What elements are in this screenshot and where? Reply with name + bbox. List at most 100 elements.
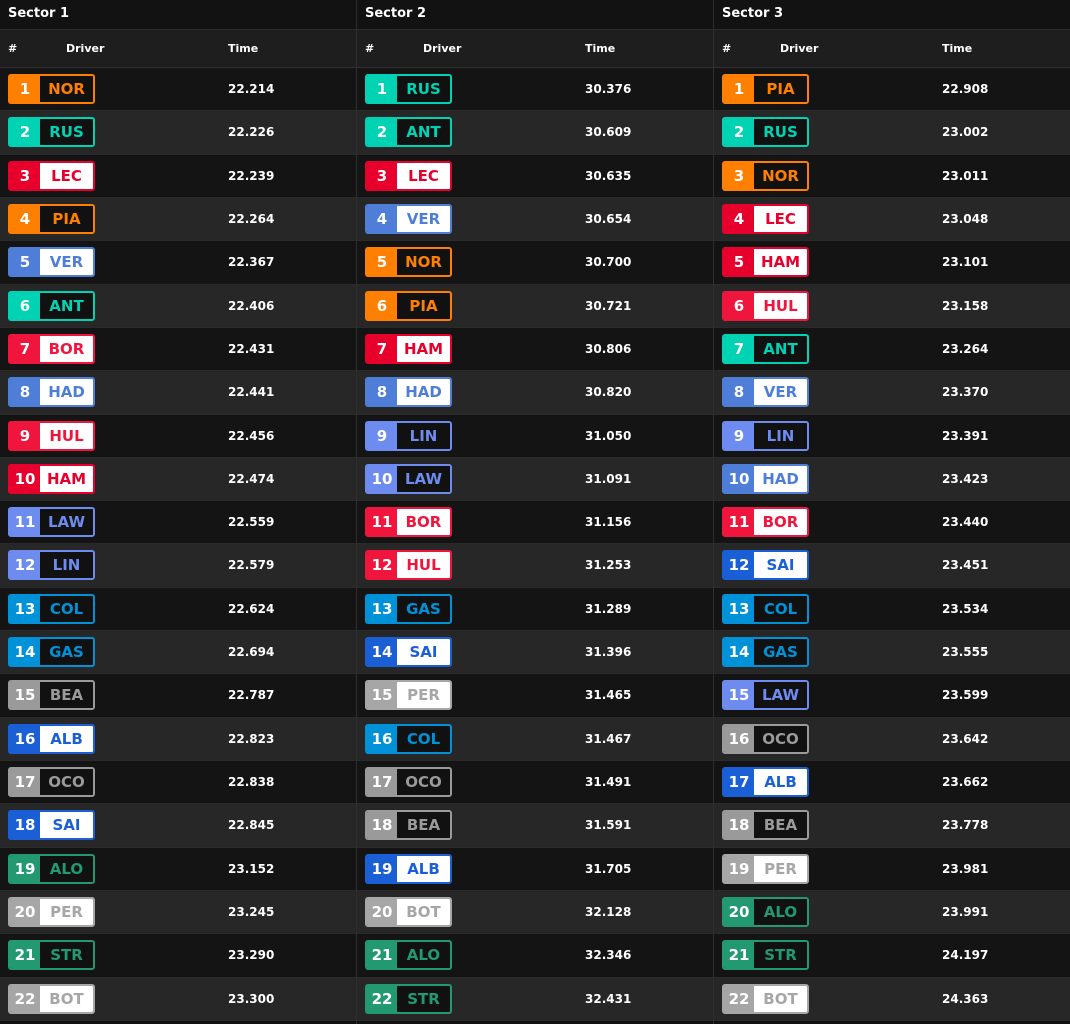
- position-number: 14: [724, 639, 754, 666]
- table-row[interactable]: 5 NOR 30.700: [357, 241, 713, 285]
- table-row[interactable]: 17 OCO 22.838: [0, 761, 356, 805]
- position-number: 13: [367, 595, 397, 622]
- table-row[interactable]: 1 PIA 22.908: [714, 68, 1070, 112]
- table-row[interactable]: 6 ANT 22.406: [0, 284, 356, 328]
- table-row[interactable]: 7 HAM 30.806: [357, 327, 713, 372]
- table-row[interactable]: 7 ANT 23.264: [714, 327, 1070, 372]
- table-row[interactable]: 2 ANT 30.609: [357, 111, 713, 155]
- table-row[interactable]: 19 ALO 23.152: [0, 847, 356, 891]
- table-row[interactable]: 12 LIN 22.579: [0, 544, 356, 588]
- table-row[interactable]: 1 RUS 30.376: [357, 68, 713, 112]
- table-row[interactable]: 12 SAI 23.451: [714, 544, 1070, 588]
- table-row[interactable]: 16 OCO 23.642: [714, 717, 1070, 761]
- table-row[interactable]: 3 LEC 22.239: [0, 154, 356, 198]
- table-row[interactable]: 17 ALB 23.662: [714, 761, 1070, 805]
- table-row[interactable]: 4 VER 30.654: [357, 197, 713, 242]
- lap-time: 31.253: [585, 558, 632, 573]
- position-number: 20: [724, 898, 754, 925]
- table-row[interactable]: 11 BOR 23.440: [714, 501, 1070, 545]
- table-row[interactable]: 19 PER 23.981: [714, 847, 1070, 891]
- table-row[interactable]: 20 ALO 23.991: [714, 890, 1070, 935]
- table-row[interactable]: 5 HAM 23.101: [714, 241, 1070, 285]
- table-row[interactable]: 11 LAW 22.559: [0, 501, 356, 545]
- table-row[interactable]: 9 LIN 31.050: [357, 414, 713, 458]
- lap-time: 23.440: [942, 515, 989, 530]
- sector-rows: 1 RUS 30.376 2 ANT 30.609 3 LEC 30.635 4 VER 30.654…: [357, 68, 713, 1021]
- table-row[interactable]: 21 STR 24.197: [714, 934, 1070, 978]
- driver-code: ANT: [754, 335, 807, 362]
- driver-badge: 2 RUS: [8, 117, 95, 148]
- table-row[interactable]: 18 BEA 31.591: [357, 804, 713, 848]
- driver-code: LEC: [754, 205, 807, 232]
- table-row[interactable]: 7 BOR 22.431: [0, 327, 356, 372]
- position-number: 22: [10, 985, 40, 1012]
- lap-time: 22.624: [228, 601, 275, 616]
- position-number: 20: [367, 898, 397, 925]
- lap-time: 22.559: [228, 515, 275, 530]
- position-number: 11: [367, 509, 397, 536]
- table-row[interactable]: 6 HUL 23.158: [714, 284, 1070, 328]
- table-row[interactable]: 10 HAD 23.423: [714, 457, 1070, 502]
- position-number: 10: [10, 465, 40, 492]
- table-row[interactable]: 14 GAS 22.694: [0, 631, 356, 675]
- position-number: 16: [10, 725, 40, 752]
- driver-badge: 11 BOR: [365, 507, 452, 538]
- table-row[interactable]: 20 BOT 32.128: [357, 890, 713, 935]
- table-row[interactable]: 11 BOR 31.156: [357, 501, 713, 545]
- table-row[interactable]: 1 NOR 22.214: [0, 68, 356, 112]
- column-header: # Driver Time: [714, 30, 1070, 68]
- table-row[interactable]: 15 LAW 23.599: [714, 674, 1070, 718]
- table-row[interactable]: 13 COL 22.624: [0, 587, 356, 632]
- position-number: 11: [10, 509, 40, 536]
- table-row[interactable]: 19 ALB 31.705: [357, 847, 713, 891]
- table-row[interactable]: 18 SAI 22.845: [0, 804, 356, 848]
- driver-code: HAM: [40, 465, 93, 492]
- table-row[interactable]: 15 BEA 22.787: [0, 674, 356, 718]
- header-time: Time: [228, 42, 259, 55]
- table-row[interactable]: 8 HAD 22.441: [0, 371, 356, 415]
- table-row[interactable]: 16 COL 31.467: [357, 717, 713, 761]
- table-row[interactable]: 14 SAI 31.396: [357, 631, 713, 675]
- table-row[interactable]: 9 HUL 22.456: [0, 414, 356, 458]
- table-row[interactable]: 2 RUS 23.002: [714, 111, 1070, 155]
- driver-code: BOR: [397, 509, 450, 536]
- sector-panel: Sector 3 # Driver Time 1 PIA 22.908 2 RUS 23.…: [714, 0, 1070, 1024]
- position-number: 19: [367, 855, 397, 882]
- table-row[interactable]: 17 OCO 31.491: [357, 761, 713, 805]
- driver-code: OCO: [397, 769, 450, 795]
- driver-code: LAW: [40, 509, 93, 536]
- table-row[interactable]: 20 PER 23.245: [0, 890, 356, 935]
- table-row[interactable]: 22 BOT 23.300: [0, 977, 356, 1021]
- driver-badge: 10 HAM: [8, 463, 95, 494]
- table-row[interactable]: 4 LEC 23.048: [714, 197, 1070, 242]
- table-row[interactable]: 2 RUS 22.226: [0, 111, 356, 155]
- driver-badge: 8 HAD: [8, 377, 95, 408]
- table-row[interactable]: 22 BOT 24.363: [714, 977, 1070, 1021]
- table-row[interactable]: 13 COL 23.534: [714, 587, 1070, 632]
- driver-code: SAI: [40, 812, 93, 839]
- position-number: 1: [367, 76, 397, 102]
- table-row[interactable]: 8 VER 23.370: [714, 371, 1070, 415]
- table-row[interactable]: 10 HAM 22.474: [0, 457, 356, 502]
- lap-time: 22.579: [228, 558, 275, 573]
- lap-time: 23.662: [942, 775, 989, 789]
- table-row[interactable]: 12 HUL 31.253: [357, 544, 713, 588]
- table-row[interactable]: 16 ALB 22.823: [0, 717, 356, 761]
- table-row[interactable]: 4 PIA 22.264: [0, 197, 356, 242]
- table-row[interactable]: 22 STR 32.431: [357, 977, 713, 1021]
- table-row[interactable]: 18 BEA 23.778: [714, 804, 1070, 848]
- table-row[interactable]: 6 PIA 30.721: [357, 284, 713, 328]
- table-row[interactable]: 21 ALO 32.346: [357, 934, 713, 978]
- table-row[interactable]: 9 LIN 23.391: [714, 414, 1070, 458]
- table-row[interactable]: 15 PER 31.465: [357, 674, 713, 718]
- table-row[interactable]: 3 NOR 23.011: [714, 154, 1070, 198]
- position-number: 10: [724, 465, 754, 492]
- lap-time: 23.048: [942, 211, 989, 226]
- table-row[interactable]: 3 LEC 30.635: [357, 154, 713, 198]
- table-row[interactable]: 21 STR 23.290: [0, 934, 356, 978]
- table-row[interactable]: 8 HAD 30.820: [357, 371, 713, 415]
- table-row[interactable]: 14 GAS 23.555: [714, 631, 1070, 675]
- table-row[interactable]: 13 GAS 31.289: [357, 587, 713, 632]
- table-row[interactable]: 5 VER 22.367: [0, 241, 356, 285]
- table-row[interactable]: 10 LAW 31.091: [357, 457, 713, 502]
